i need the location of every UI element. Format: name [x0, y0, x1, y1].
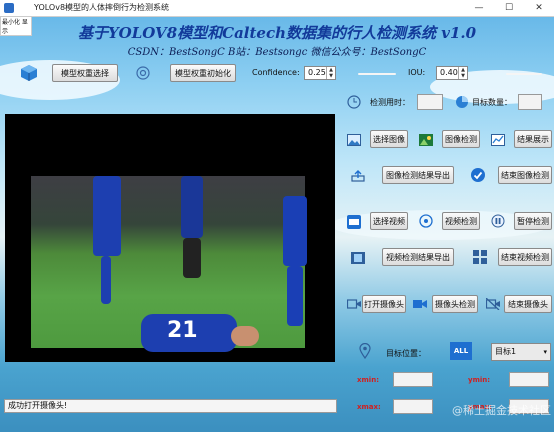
time-value — [417, 94, 443, 110]
export-image-result-button[interactable]: 图像检测结果导出 — [382, 166, 454, 184]
count-label: 目标数量： — [472, 98, 512, 107]
target-select[interactable]: 目标1 ▾ — [491, 343, 551, 361]
spin-arrows-icon[interactable]: ▲ ▼ — [458, 67, 467, 79]
select-image-button[interactable]: 选择图像 — [370, 130, 408, 148]
pause-detect-button[interactable]: 暂停检测 — [514, 212, 552, 230]
maximize-button[interactable]: ☐ — [494, 0, 524, 16]
location-icon — [418, 213, 434, 229]
player — [93, 176, 121, 256]
fallen-player: 21 — [141, 314, 237, 352]
xmin-value — [393, 372, 433, 387]
confidence-value: 0.25 — [308, 68, 326, 77]
window-title: YOLOv8模型的人体摔倒行为检测系统 — [34, 3, 170, 12]
detect-image-button[interactable]: 图像检测 — [442, 130, 480, 148]
video-display: 21 — [5, 114, 335, 362]
player — [287, 266, 303, 326]
iou-spinbox[interactable]: 0.40 ▲ ▼ — [436, 66, 468, 80]
end-image-detect-button[interactable]: 结束图像检测 — [498, 166, 552, 184]
window-titlebar: YOLOv8模型的人体摔倒行为检测系统 — ☐ ✕ — [0, 0, 554, 17]
spin-arrows-icon[interactable]: ▲ ▼ — [326, 67, 335, 79]
count-value — [518, 94, 542, 110]
detect-video-button[interactable]: 视频检测 — [442, 212, 480, 230]
pie-chart-icon — [454, 94, 470, 110]
all-badge: ALL — [450, 342, 472, 360]
camera-detect-button[interactable]: 摄像头检测 — [432, 295, 478, 313]
close-button[interactable]: ✕ — [524, 0, 554, 16]
iou-label: IOU: — [408, 68, 426, 77]
player — [181, 176, 203, 238]
camera-frame: 21 — [31, 176, 307, 352]
player-head — [231, 326, 259, 346]
target-icon — [134, 64, 152, 82]
image-icon — [346, 132, 362, 148]
camera-off-icon — [485, 296, 501, 312]
confidence-slider[interactable] — [358, 73, 396, 75]
upload-icon — [350, 168, 366, 184]
end-video-detect-button[interactable]: 结束视频检测 — [498, 248, 552, 266]
chevron-down-icon: ▾ — [543, 348, 547, 356]
xmax-value — [393, 399, 433, 414]
ymin-label: ymin: — [468, 376, 491, 384]
player — [183, 238, 201, 278]
minimize-button[interactable]: — — [464, 0, 494, 16]
check-circle-icon — [469, 166, 487, 184]
export-video-result-button[interactable]: 视频检测结果导出 — [382, 248, 454, 266]
line-chart-icon — [490, 132, 506, 148]
confidence-label: Confidence: — [252, 68, 300, 77]
film-icon — [350, 250, 366, 266]
time-label: 检测用时： — [370, 98, 410, 107]
init-weights-button[interactable]: 模型权重初始化 — [170, 64, 236, 82]
xmax-label: xmax: — [357, 403, 381, 411]
video-file-icon — [346, 214, 362, 230]
target-position-label: 目标位置： — [386, 349, 426, 358]
status-bar: 成功打开摄像头! — [4, 399, 337, 413]
player — [283, 196, 307, 266]
open-camera-button[interactable]: 打开摄像头 — [362, 295, 406, 313]
page-subtitle: CSDN：BestSongC B站：Bestsongc 微信公众号：BestSo… — [127, 47, 427, 58]
player — [101, 256, 111, 304]
iou-value: 0.40 — [440, 68, 458, 77]
jersey-number: 21 — [167, 318, 198, 343]
confidence-spinbox[interactable]: 0.25 ▲ ▼ — [304, 66, 336, 80]
gallery-icon — [418, 132, 434, 148]
map-pin-icon — [357, 342, 373, 360]
show-result-button[interactable]: 结果展示 — [514, 130, 552, 148]
ymin-value — [509, 372, 549, 387]
camera-icon — [346, 296, 362, 312]
pause-icon — [490, 213, 506, 229]
select-video-button[interactable]: 选择视频 — [370, 212, 408, 230]
grid-icon — [472, 249, 488, 265]
app-icon — [4, 3, 14, 13]
target-select-value: 目标1 — [495, 347, 517, 356]
select-weights-button[interactable]: 模型权重选择 — [52, 64, 118, 82]
watermark: @稀土掘金技术社区 — [452, 404, 551, 417]
iou-slider[interactable] — [506, 73, 542, 75]
clock-icon — [346, 94, 362, 110]
xmin-label: xmin: — [357, 376, 379, 384]
cube-icon — [20, 64, 38, 82]
end-camera-button[interactable]: 结束摄像头 — [504, 295, 552, 313]
page-title: 基于YOLOV8模型和Caltech数据集的行人检测系统 v1.0 — [77, 24, 477, 42]
video-camera-icon — [412, 296, 428, 312]
